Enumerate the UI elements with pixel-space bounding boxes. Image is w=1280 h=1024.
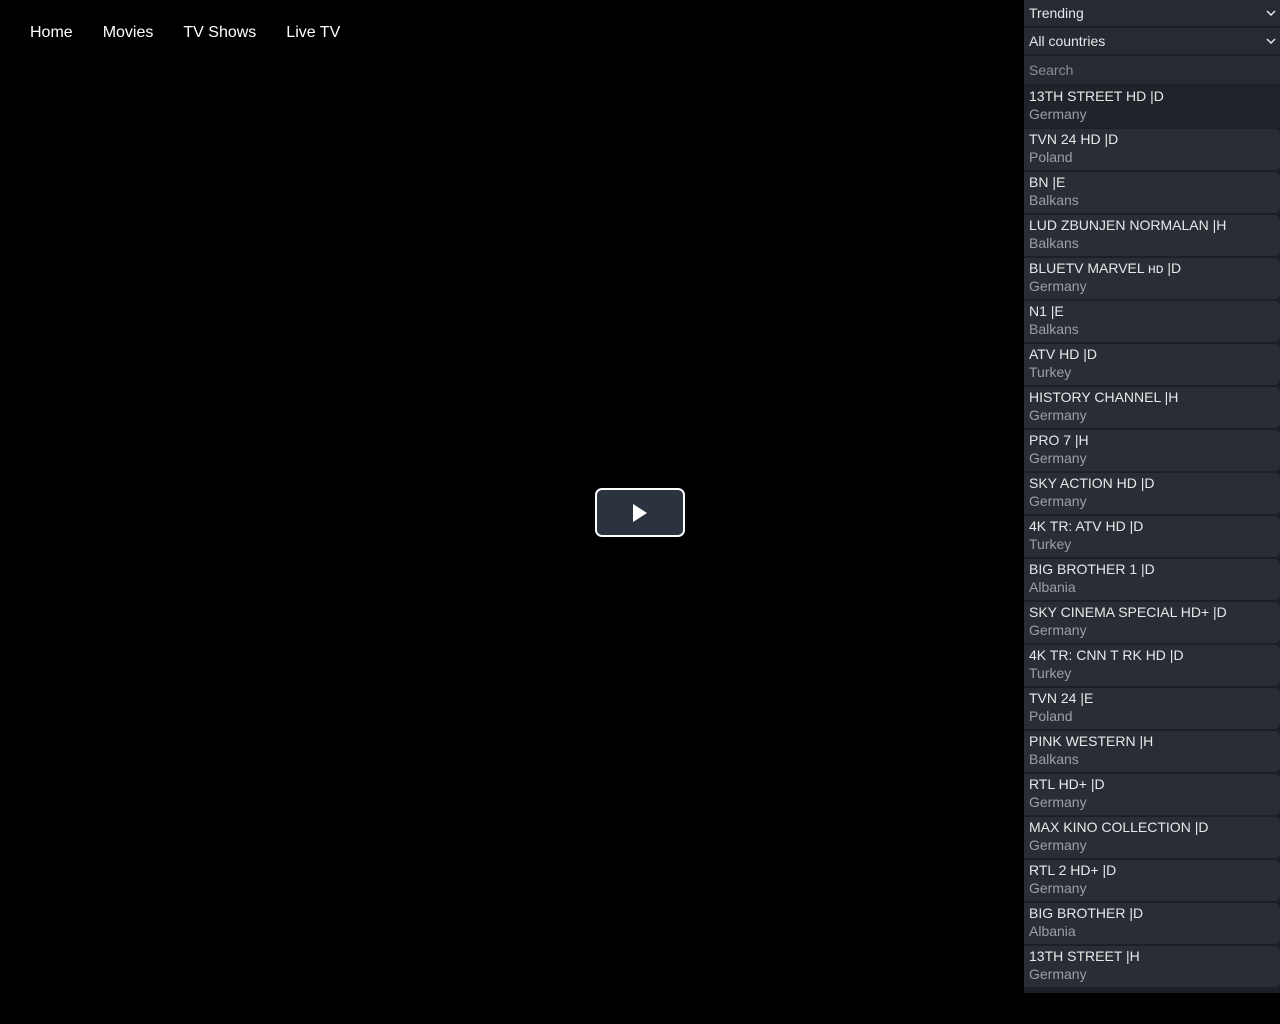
country-select[interactable]: All countries <box>1024 28 1280 56</box>
channel-country: Germany <box>1029 622 1087 638</box>
channel-country: Balkans <box>1029 321 1079 337</box>
channel-name: LUD ZBUNJEN NORMALAN |H <box>1029 217 1227 233</box>
channel-country: Germany <box>1029 278 1087 294</box>
channel-name: 4K TR: CNN T RK HD |D <box>1029 647 1184 663</box>
channel-item[interactable]: 4K TR: CNN T RK HD |D Turkey <box>1024 645 1280 686</box>
channel-name: BIG BROTHER |D <box>1029 905 1144 921</box>
play-button[interactable] <box>595 488 685 537</box>
channel-country: Germany <box>1029 493 1087 509</box>
channel-country: Balkans <box>1029 751 1079 767</box>
sort-select-value: Trending <box>1029 5 1084 21</box>
channel-item[interactable]: 13TH STREET |H Germany <box>1024 946 1280 987</box>
channel-country: Turkey <box>1029 364 1072 380</box>
channel-list: 13TH STREET HD |D Germany TVN 24 HD |D Pola… <box>1024 86 1280 989</box>
channel-country: Germany <box>1029 880 1087 896</box>
channel-item[interactable]: PRO 7 |H Germany <box>1024 430 1280 471</box>
nav-tv-shows-link[interactable]: TV Shows <box>183 24 256 42</box>
channel-item[interactable]: RTL 2 HD+ |D Germany <box>1024 860 1280 901</box>
channel-country: Germany <box>1029 450 1087 466</box>
nav-movies-link[interactable]: Movies <box>103 24 154 42</box>
channel-name: HISTORY CHANNEL |H <box>1029 389 1179 405</box>
search-input[interactable] <box>1024 56 1280 84</box>
channel-item[interactable]: MAX KINO COLLECTION |D Germany <box>1024 817 1280 858</box>
channel-name: SKY ACTION HD |D <box>1029 475 1155 491</box>
channel-item[interactable]: TVN 24 HD |D Poland <box>1024 129 1280 170</box>
channel-name: BIG BROTHER 1 |D <box>1029 561 1155 577</box>
channel-item[interactable]: HISTORY CHANNEL |H Germany <box>1024 387 1280 428</box>
chevron-down-icon <box>1266 28 1276 54</box>
video-player[interactable] <box>0 0 1024 1024</box>
channel-item[interactable]: BIG BROTHER |D Albania <box>1024 903 1280 944</box>
channel-country: Poland <box>1029 708 1073 724</box>
channel-country: Germany <box>1029 407 1087 423</box>
play-icon <box>633 503 647 522</box>
channel-name: 13TH STREET HD |D <box>1029 88 1164 104</box>
channel-item[interactable]: SKY CINEMA SPECIAL HD+ |D Germany <box>1024 602 1280 643</box>
channel-country: Germany <box>1029 106 1087 122</box>
channel-item[interactable]: BIG BROTHER 1 |D Albania <box>1024 559 1280 600</box>
channel-name: BLUETV MARVEL ʜᴅ |D <box>1029 260 1182 276</box>
channel-name: 4K TR: ATV HD |D <box>1029 518 1144 534</box>
channel-name: ATV HD |D <box>1029 346 1097 362</box>
channel-name: RTL 2 HD+ |D <box>1029 862 1117 878</box>
channel-name: 13TH STREET |H <box>1029 948 1140 964</box>
channel-country: Balkans <box>1029 192 1079 208</box>
nav-home-link[interactable]: Home <box>30 24 73 42</box>
channel-country: Germany <box>1029 966 1087 982</box>
channel-item[interactable]: TVN 24 |E Poland <box>1024 688 1280 729</box>
channel-item[interactable]: SKY ACTION HD |D Germany <box>1024 473 1280 514</box>
channel-item[interactable]: LUD ZBUNJEN NORMALAN |H Balkans <box>1024 215 1280 256</box>
channel-name: MAX KINO COLLECTION |D <box>1029 819 1209 835</box>
channel-name: TVN 24 |E <box>1029 690 1094 706</box>
channel-item[interactable]: N1 |E Balkans <box>1024 301 1280 342</box>
channel-name: RTL HD+ |D <box>1029 776 1105 792</box>
channel-item[interactable]: BN |E Balkans <box>1024 172 1280 213</box>
channel-country: Albania <box>1029 923 1076 939</box>
channel-country: Turkey <box>1029 665 1072 681</box>
channel-item[interactable]: ATV HD |D Turkey <box>1024 344 1280 385</box>
channel-item[interactable]: RTL HD+ |D Germany <box>1024 774 1280 815</box>
main-nav: Home Movies TV Shows Live TV <box>30 24 340 42</box>
channel-sidebar: Trending All countries 13TH STREET HD |D… <box>1024 0 1280 993</box>
channel-item[interactable]: 4K TR: ATV HD |D Turkey <box>1024 516 1280 557</box>
channel-name: TVN 24 HD |D <box>1029 131 1119 147</box>
channel-item[interactable]: BLUETV MARVEL ʜᴅ |D Germany <box>1024 258 1280 299</box>
country-select-value: All countries <box>1029 33 1106 49</box>
chevron-down-icon <box>1266 0 1276 26</box>
channel-country: Albania <box>1029 579 1076 595</box>
channel-country: Germany <box>1029 837 1087 853</box>
channel-name: SKY CINEMA SPECIAL HD+ |D <box>1029 604 1227 620</box>
channel-name: PRO 7 |H <box>1029 432 1089 448</box>
nav-live-tv-link[interactable]: Live TV <box>286 24 340 42</box>
channel-country: Turkey <box>1029 536 1072 552</box>
channel-country: Poland <box>1029 149 1073 165</box>
channel-name: N1 |E <box>1029 303 1064 319</box>
channel-country: Balkans <box>1029 235 1079 251</box>
channel-item[interactable]: PINK WESTERN |H Balkans <box>1024 731 1280 772</box>
channel-country: Germany <box>1029 794 1087 810</box>
channel-name: BN |E <box>1029 174 1066 190</box>
channel-name: PINK WESTERN |H <box>1029 733 1154 749</box>
sort-select[interactable]: Trending <box>1024 0 1280 28</box>
channel-item[interactable]: 13TH STREET HD |D Germany <box>1024 86 1280 127</box>
